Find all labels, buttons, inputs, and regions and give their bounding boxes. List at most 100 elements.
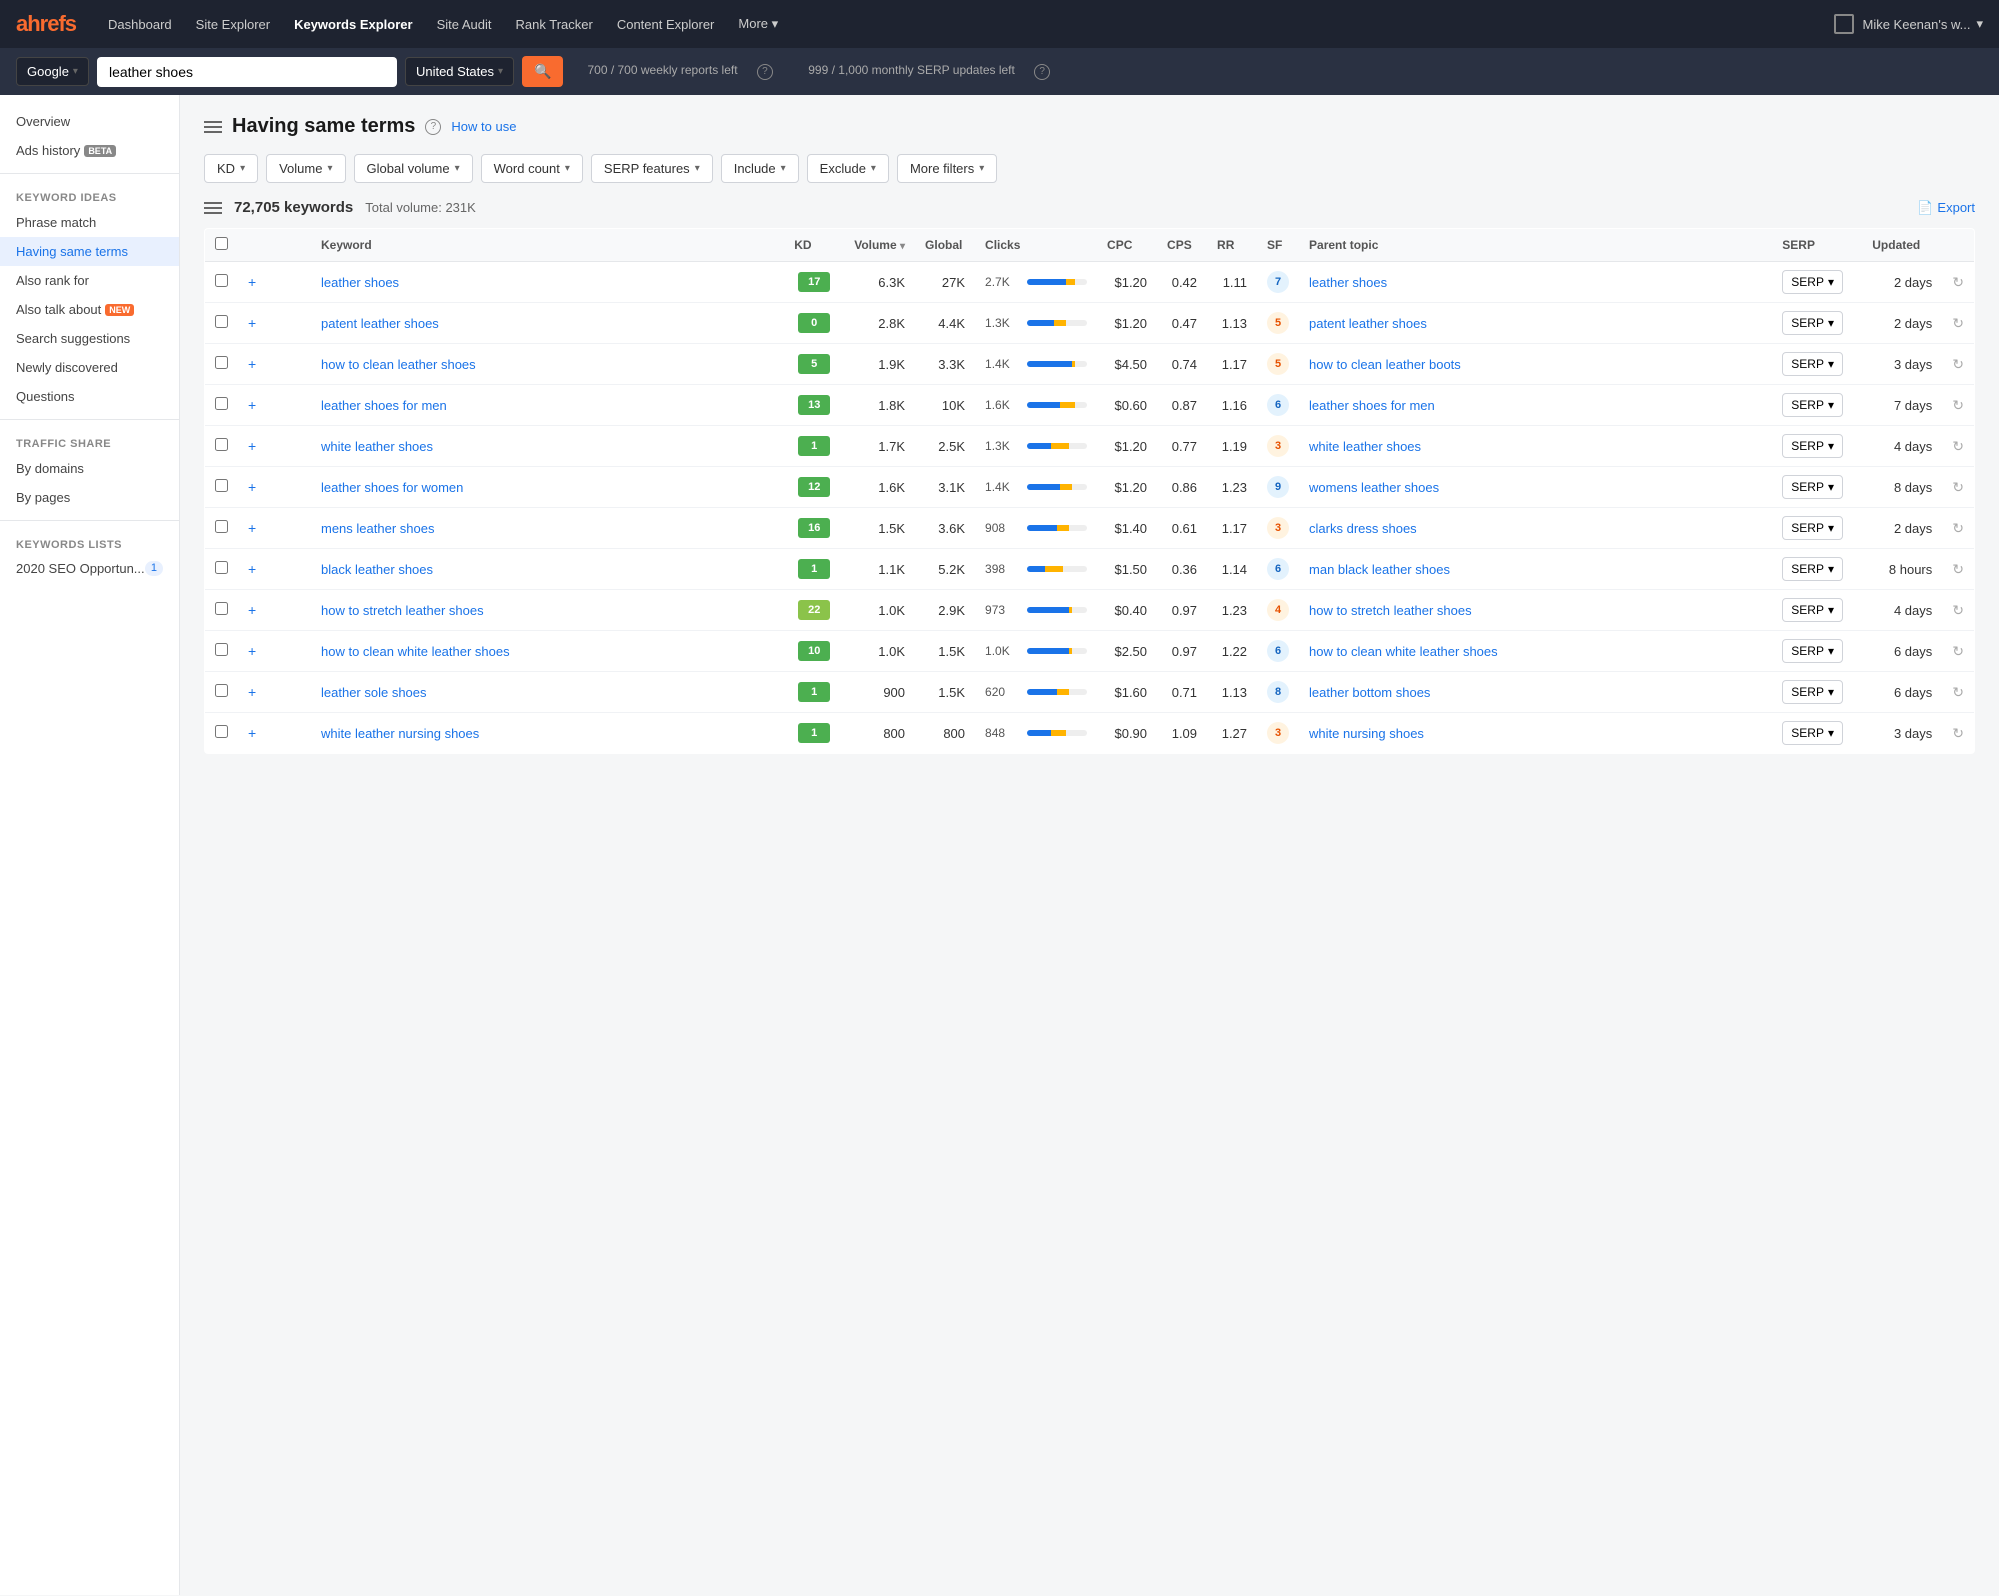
filter-serp-features[interactable]: SERP features ▾ <box>591 154 713 183</box>
cell-checkbox[interactable] <box>205 303 239 344</box>
filter-exclude[interactable]: Exclude ▾ <box>807 154 889 183</box>
filter-volume[interactable]: Volume ▾ <box>266 154 345 183</box>
cell-checkbox[interactable] <box>205 426 239 467</box>
monthly-help-icon[interactable]: ? <box>1034 64 1050 80</box>
parent-topic-link[interactable]: white nursing shoes <box>1309 726 1424 741</box>
refresh-icon[interactable]: ↻ <box>1952 684 1964 700</box>
cell-refresh[interactable]: ↻ <box>1942 344 1974 385</box>
th-rr[interactable]: RR <box>1207 229 1257 262</box>
cell-checkbox[interactable] <box>205 590 239 631</box>
th-cps[interactable]: CPS <box>1157 229 1207 262</box>
cell-checkbox[interactable] <box>205 672 239 713</box>
keyword-link[interactable]: patent leather shoes <box>321 316 439 331</box>
keyword-link[interactable]: white leather shoes <box>321 439 433 454</box>
serp-button[interactable]: SERP ▾ <box>1782 598 1843 622</box>
user-menu[interactable]: Mike Keenan's w... ▾ <box>1862 16 1983 32</box>
cell-add[interactable]: + <box>238 672 311 713</box>
row-checkbox-6[interactable] <box>215 520 228 533</box>
filter-include[interactable]: Include ▾ <box>721 154 799 183</box>
serp-button[interactable]: SERP ▾ <box>1782 680 1843 704</box>
serp-button[interactable]: SERP ▾ <box>1782 475 1843 499</box>
add-keyword-icon[interactable]: + <box>248 315 256 331</box>
add-keyword-icon[interactable]: + <box>248 602 256 618</box>
row-checkbox-0[interactable] <box>215 274 228 287</box>
cell-add[interactable]: + <box>238 344 311 385</box>
cell-checkbox[interactable] <box>205 631 239 672</box>
serp-button[interactable]: SERP ▾ <box>1782 557 1843 581</box>
cell-refresh[interactable]: ↻ <box>1942 672 1974 713</box>
cell-add[interactable]: + <box>238 549 311 590</box>
sidebar-item-search-suggestions[interactable]: Search suggestions <box>0 324 179 353</box>
keyword-link[interactable]: black leather shoes <box>321 562 433 577</box>
th-updated[interactable]: Updated <box>1862 229 1942 262</box>
cell-refresh[interactable]: ↻ <box>1942 713 1974 754</box>
cell-add[interactable]: + <box>238 262 311 303</box>
sidebar-item-keywords-list[interactable]: 2020 SEO Opportun... 1 <box>0 555 179 582</box>
add-keyword-icon[interactable]: + <box>248 438 256 454</box>
keyword-link[interactable]: leather sole shoes <box>321 685 427 700</box>
row-checkbox-5[interactable] <box>215 479 228 492</box>
parent-topic-link[interactable]: womens leather shoes <box>1309 480 1439 495</box>
search-button[interactable]: 🔍 <box>522 56 563 87</box>
cell-refresh[interactable]: ↻ <box>1942 590 1974 631</box>
keyword-link[interactable]: leather shoes for men <box>321 398 447 413</box>
hamburger-icon[interactable] <box>204 121 222 133</box>
add-keyword-icon[interactable]: + <box>248 520 256 536</box>
logo[interactable]: ahrefs <box>16 11 76 37</box>
row-checkbox-9[interactable] <box>215 643 228 656</box>
sidebar-item-also-rank-for[interactable]: Also rank for <box>0 266 179 295</box>
cell-refresh[interactable]: ↻ <box>1942 426 1974 467</box>
th-sf[interactable]: SF <box>1257 229 1299 262</box>
keyword-link[interactable]: how to clean leather shoes <box>321 357 476 372</box>
cell-refresh[interactable]: ↻ <box>1942 262 1974 303</box>
cell-checkbox[interactable] <box>205 508 239 549</box>
filter-more[interactable]: More filters ▾ <box>897 154 997 183</box>
row-checkbox-8[interactable] <box>215 602 228 615</box>
keyword-link[interactable]: how to clean white leather shoes <box>321 644 510 659</box>
refresh-icon[interactable]: ↻ <box>1952 602 1964 618</box>
th-kd[interactable]: KD <box>784 229 844 262</box>
keyword-link[interactable]: leather shoes <box>321 275 399 290</box>
cell-refresh[interactable]: ↻ <box>1942 303 1974 344</box>
refresh-icon[interactable]: ↻ <box>1952 315 1964 331</box>
row-checkbox-3[interactable] <box>215 397 228 410</box>
serp-button[interactable]: SERP ▾ <box>1782 352 1843 376</box>
refresh-icon[interactable]: ↻ <box>1952 397 1964 413</box>
parent-topic-link[interactable]: leather shoes for men <box>1309 398 1435 413</box>
cell-add[interactable]: + <box>238 713 311 754</box>
cell-checkbox[interactable] <box>205 467 239 508</box>
serp-button[interactable]: SERP ▾ <box>1782 311 1843 335</box>
sidebar-item-ads-history[interactable]: Ads history BETA <box>0 136 179 165</box>
nav-site-explorer[interactable]: Site Explorer <box>184 0 282 48</box>
parent-topic-link[interactable]: patent leather shoes <box>1309 316 1427 331</box>
nav-more[interactable]: More ▾ <box>726 0 790 48</box>
parent-topic-link[interactable]: leather bottom shoes <box>1309 685 1430 700</box>
th-clicks[interactable]: Clicks <box>975 229 1097 262</box>
sidebar-item-by-pages[interactable]: By pages <box>0 483 179 512</box>
weekly-help-icon[interactable]: ? <box>757 64 773 80</box>
row-checkbox-1[interactable] <box>215 315 228 328</box>
refresh-icon[interactable]: ↻ <box>1952 725 1964 741</box>
cell-checkbox[interactable] <box>205 262 239 303</box>
nav-content-explorer[interactable]: Content Explorer <box>605 0 727 48</box>
th-cpc[interactable]: CPC <box>1097 229 1157 262</box>
nav-keywords-explorer[interactable]: Keywords Explorer <box>282 0 425 48</box>
cell-checkbox[interactable] <box>205 385 239 426</box>
search-input[interactable] <box>97 57 397 87</box>
add-keyword-icon[interactable]: + <box>248 643 256 659</box>
refresh-icon[interactable]: ↻ <box>1952 438 1964 454</box>
engine-select[interactable]: Google ▾ <box>16 57 89 86</box>
sidebar-item-newly-discovered[interactable]: Newly discovered <box>0 353 179 382</box>
export-button[interactable]: 📄 Export <box>1917 200 1975 216</box>
cell-checkbox[interactable] <box>205 713 239 754</box>
how-to-link[interactable]: How to use <box>451 119 516 134</box>
row-checkbox-4[interactable] <box>215 438 228 451</box>
cell-add[interactable]: + <box>238 590 311 631</box>
refresh-icon[interactable]: ↻ <box>1952 356 1964 372</box>
add-keyword-icon[interactable]: + <box>248 274 256 290</box>
row-checkbox-11[interactable] <box>215 725 228 738</box>
add-keyword-icon[interactable]: + <box>248 479 256 495</box>
cell-add[interactable]: + <box>238 467 311 508</box>
keyword-link[interactable]: mens leather shoes <box>321 521 434 536</box>
th-parent-topic[interactable]: Parent topic <box>1299 229 1772 262</box>
